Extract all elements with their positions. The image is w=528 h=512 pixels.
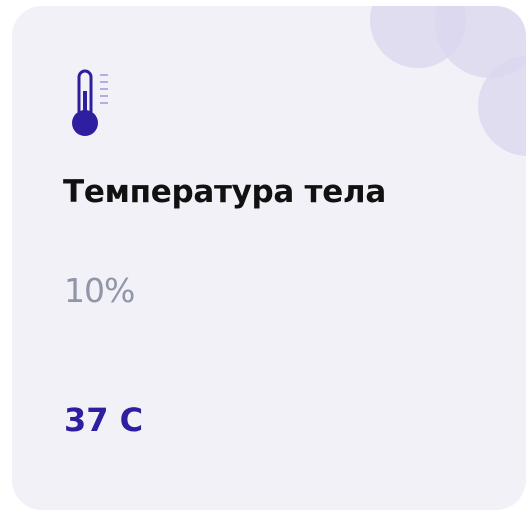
card-title: Температура тела	[63, 174, 386, 210]
thermometer-icon	[72, 69, 108, 136]
temperature-card[interactable]: Температура тела 10% 37 C	[12, 6, 526, 510]
percent-value: 10%	[64, 271, 135, 310]
temperature-value: 37 C	[64, 401, 144, 439]
